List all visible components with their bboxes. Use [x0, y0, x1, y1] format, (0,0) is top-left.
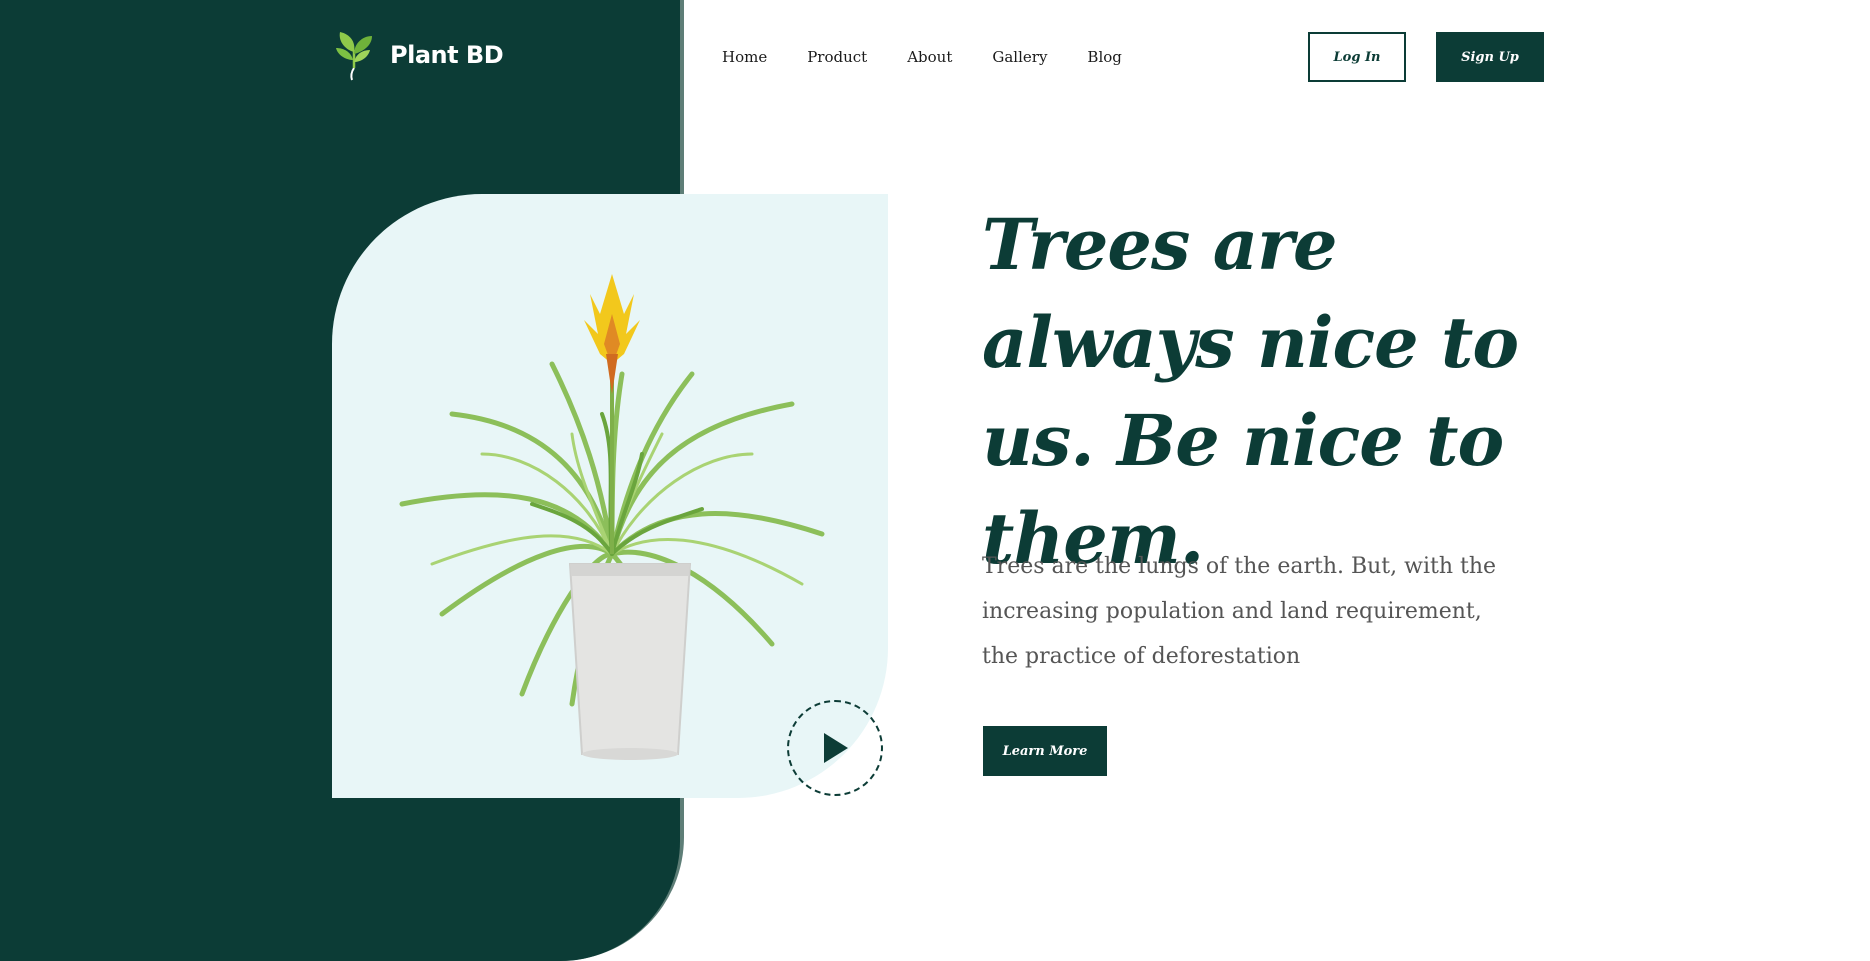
nav-item-product[interactable]: Product — [807, 48, 867, 66]
main-nav: Home Product About Gallery Blog — [722, 48, 1162, 66]
nav-item-blog[interactable]: Blog — [1087, 48, 1121, 66]
signup-button[interactable]: Sign Up — [1436, 32, 1544, 82]
play-icon — [824, 733, 848, 763]
login-button[interactable]: Log In — [1308, 32, 1406, 82]
hero-description: Trees are the lungs of the earth. But, w… — [982, 554, 1497, 669]
hero-title: Trees are always nice to us. Be nice to … — [982, 203, 1519, 580]
hero-image-card — [332, 194, 888, 798]
nav-item-about[interactable]: About — [907, 48, 952, 66]
potted-plant-image — [399, 274, 825, 760]
nav-item-gallery[interactable]: Gallery — [992, 48, 1047, 66]
nav-item-home[interactable]: Home — [722, 48, 767, 66]
page: Plant BD Home Product About Gallery Blog… — [0, 0, 1870, 961]
play-video-button[interactable] — [787, 700, 883, 796]
brand-name: Plant BD — [390, 41, 504, 69]
learn-more-button[interactable]: Learn More — [983, 726, 1107, 776]
brand-logo[interactable]: Plant BD — [332, 28, 504, 82]
leaf-sprout-icon — [336, 32, 372, 81]
